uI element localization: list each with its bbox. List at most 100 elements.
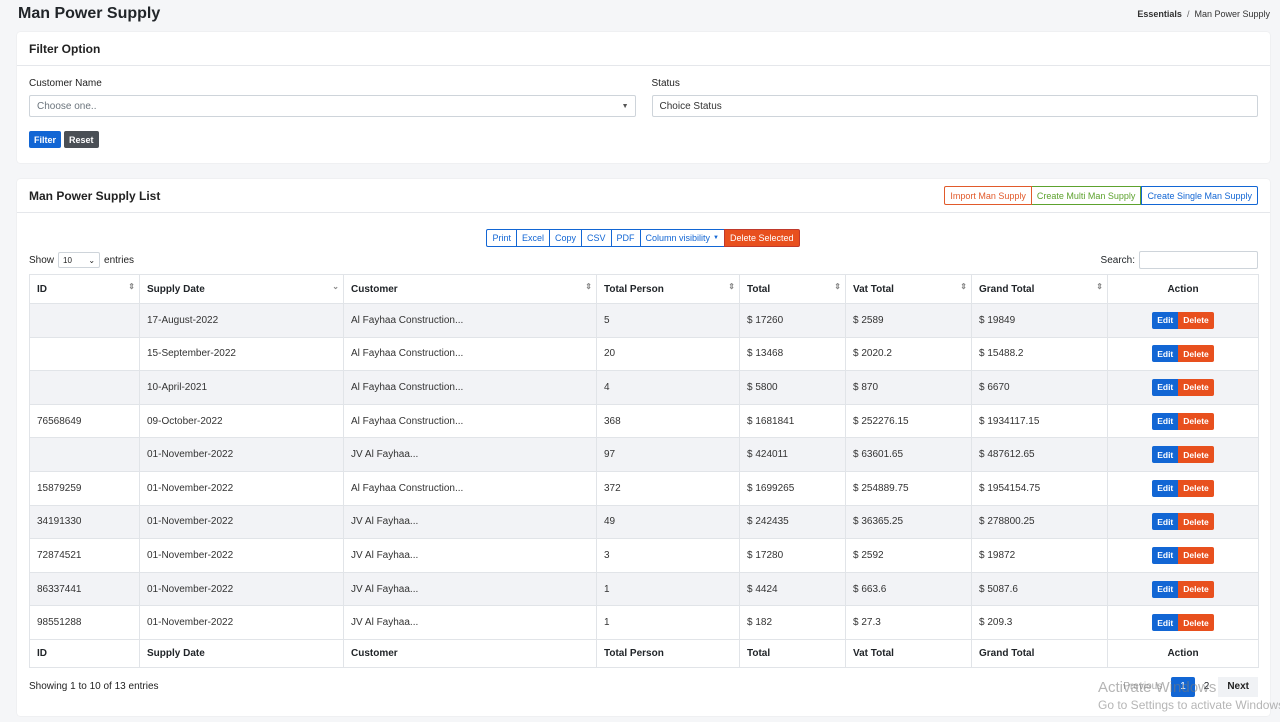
cell-supply-date: 01-November-2022 — [139, 437, 344, 472]
pagination: Previous 1 2 Next — [1114, 676, 1258, 697]
copy-button[interactable]: Copy — [548, 229, 582, 247]
delete-button[interactable]: Delete — [1178, 479, 1214, 497]
delete-button[interactable]: Delete — [1178, 412, 1214, 430]
delete-button[interactable]: Delete — [1178, 580, 1214, 598]
filter-card: Filter Option Customer Name Choose one..… — [17, 32, 1270, 163]
cell-supply-date: 01-November-2022 — [139, 538, 344, 573]
create-multi-man-supply-button[interactable]: Create Multi Man Supply — [1031, 186, 1142, 205]
pdf-button[interactable]: PDF — [610, 229, 641, 247]
cell-total-person: 49 — [596, 504, 740, 540]
cell-id: 98551288 — [29, 605, 140, 640]
header-vat-total[interactable]: Vat Total ⇕ — [845, 274, 972, 304]
edit-button[interactable]: Edit — [1152, 546, 1179, 564]
header-total[interactable]: Total ⇕ — [739, 274, 846, 304]
next-page-button[interactable]: Next — [1218, 676, 1258, 697]
table-controls: Show 10 ⌄ entries Search: — [17, 249, 1270, 271]
caret-down-icon: ▼ — [621, 102, 629, 110]
filter-button[interactable]: Filter — [29, 131, 62, 148]
cell-total-person: 1 — [596, 571, 740, 607]
cell-grand-total: $ 487612.65 — [971, 437, 1108, 472]
footer-id: ID — [29, 638, 140, 668]
table-row: 72874521 01-November-2022 JV Al Fayhaa... 3… — [29, 538, 1259, 573]
header-supply-date[interactable]: Supply Date ⌄ — [139, 274, 344, 304]
cell-total: $ 17260 — [739, 303, 846, 338]
filter-body: Customer Name Choose one.. ▼ Status Choi… — [17, 66, 1270, 148]
sort-desc-icon: ⌄ — [332, 282, 339, 291]
cell-supply-date: 01-November-2022 — [139, 470, 344, 506]
footer-total: Total — [739, 638, 846, 668]
cell-customer: Al Fayhaa Construction... — [343, 370, 597, 405]
cell-action: Edit Delete — [1107, 403, 1259, 439]
create-single-man-supply-button[interactable]: Create Single Man Supply — [1141, 186, 1258, 205]
edit-button[interactable]: Edit — [1152, 479, 1179, 497]
column-visibility-label: Column visibility — [645, 233, 711, 243]
sort-icon: ⇕ — [585, 282, 592, 291]
edit-button[interactable]: Edit — [1152, 513, 1179, 531]
cell-customer: JV Al Fayhaa... — [343, 538, 597, 573]
sort-icon: ⇕ — [128, 282, 135, 291]
import-man-supply-button[interactable]: Import Man Supply — [944, 186, 1032, 205]
search-label: Search: — [1100, 254, 1135, 266]
entries-select[interactable]: 10 ⌄ — [58, 252, 101, 268]
cell-grand-total: $ 15488.2 — [971, 336, 1108, 372]
header-total-person[interactable]: Total Person ⇕ — [596, 274, 740, 304]
delete-button[interactable]: Delete — [1178, 546, 1214, 564]
cell-total-person: 368 — [596, 403, 740, 439]
delete-button[interactable]: Delete — [1178, 446, 1214, 464]
page-1-button[interactable]: 1 — [1171, 676, 1195, 697]
footer-grand-total: Grand Total — [971, 638, 1108, 668]
reset-button[interactable]: Reset — [64, 131, 99, 148]
edit-button[interactable]: Edit — [1152, 412, 1179, 430]
excel-button[interactable]: Excel — [515, 229, 550, 247]
breadcrumb-essentials[interactable]: Essentials — [1137, 9, 1182, 19]
delete-button[interactable]: Delete — [1178, 378, 1214, 396]
show-label: Show — [29, 254, 55, 266]
edit-button[interactable]: Edit — [1152, 580, 1179, 598]
delete-button[interactable]: Delete — [1178, 614, 1214, 632]
list-title: Man Power Supply List — [29, 188, 161, 203]
edit-button[interactable]: Edit — [1152, 345, 1179, 363]
list-card: Man Power Supply List Import Man Supply … — [17, 179, 1270, 716]
customer-name-value: Choose one.. — [37, 100, 97, 112]
cell-total-person: 3 — [596, 538, 740, 573]
cell-vat-total: $ 870 — [845, 370, 972, 405]
table-row: 15879259 01-November-2022 Al Fayhaa Constr… — [29, 470, 1259, 506]
delete-selected-button[interactable]: Delete Selected — [724, 229, 800, 247]
edit-button[interactable]: Edit — [1152, 311, 1179, 329]
status-select[interactable]: Choice Status — [651, 95, 1258, 117]
previous-page-button[interactable]: Previous — [1114, 677, 1171, 697]
edit-button[interactable]: Edit — [1152, 614, 1179, 632]
header-grand-total[interactable]: Grand Total ⇕ — [971, 274, 1108, 304]
cell-customer: JV Al Fayhaa... — [343, 504, 597, 540]
cell-action: Edit Delete — [1107, 538, 1259, 573]
cell-grand-total: $ 278800.25 — [971, 504, 1108, 540]
csv-button[interactable]: CSV — [581, 229, 612, 247]
export-buttons: Print Excel Copy CSV PDF Column visibili… — [17, 229, 1270, 247]
edit-button[interactable]: Edit — [1152, 378, 1179, 396]
cell-action: Edit Delete — [1107, 303, 1259, 338]
customer-name-select[interactable]: Choose one.. ▼ — [29, 95, 636, 117]
entries-length: Show 10 ⌄ entries — [29, 252, 134, 268]
table-search: Search: — [1101, 251, 1258, 269]
column-visibility-button[interactable]: Column visibility ▼ — [639, 229, 725, 247]
search-input[interactable] — [1139, 251, 1258, 269]
header-customer[interactable]: Customer ⇕ — [343, 274, 597, 304]
delete-button[interactable]: Delete — [1178, 311, 1214, 329]
delete-button[interactable]: Delete — [1178, 345, 1214, 363]
page-2-button[interactable]: 2 — [1195, 677, 1219, 697]
action-buttons: Edit Delete — [1152, 311, 1214, 329]
table-row: 17-August-2022 Al Fayhaa Construction... 5… — [29, 303, 1259, 338]
header-action: Action — [1107, 274, 1259, 304]
edit-button[interactable]: Edit — [1152, 446, 1179, 464]
cell-grand-total: $ 1934117.15 — [971, 403, 1108, 439]
cell-customer: Al Fayhaa Construction... — [343, 303, 597, 338]
cell-total: $ 17280 — [739, 538, 846, 573]
cell-grand-total: $ 19849 — [971, 303, 1108, 338]
table-info: Showing 1 to 10 of 13 entries — [29, 681, 159, 693]
print-button[interactable]: Print — [486, 229, 517, 247]
delete-button[interactable]: Delete — [1178, 513, 1214, 531]
cell-vat-total: $ 2592 — [845, 538, 972, 573]
table-row: 34191330 01-November-2022 JV Al Fayhaa... 4… — [29, 504, 1259, 540]
header-id[interactable]: ID ⇕ — [29, 274, 140, 304]
cell-id: 72874521 — [29, 538, 140, 573]
